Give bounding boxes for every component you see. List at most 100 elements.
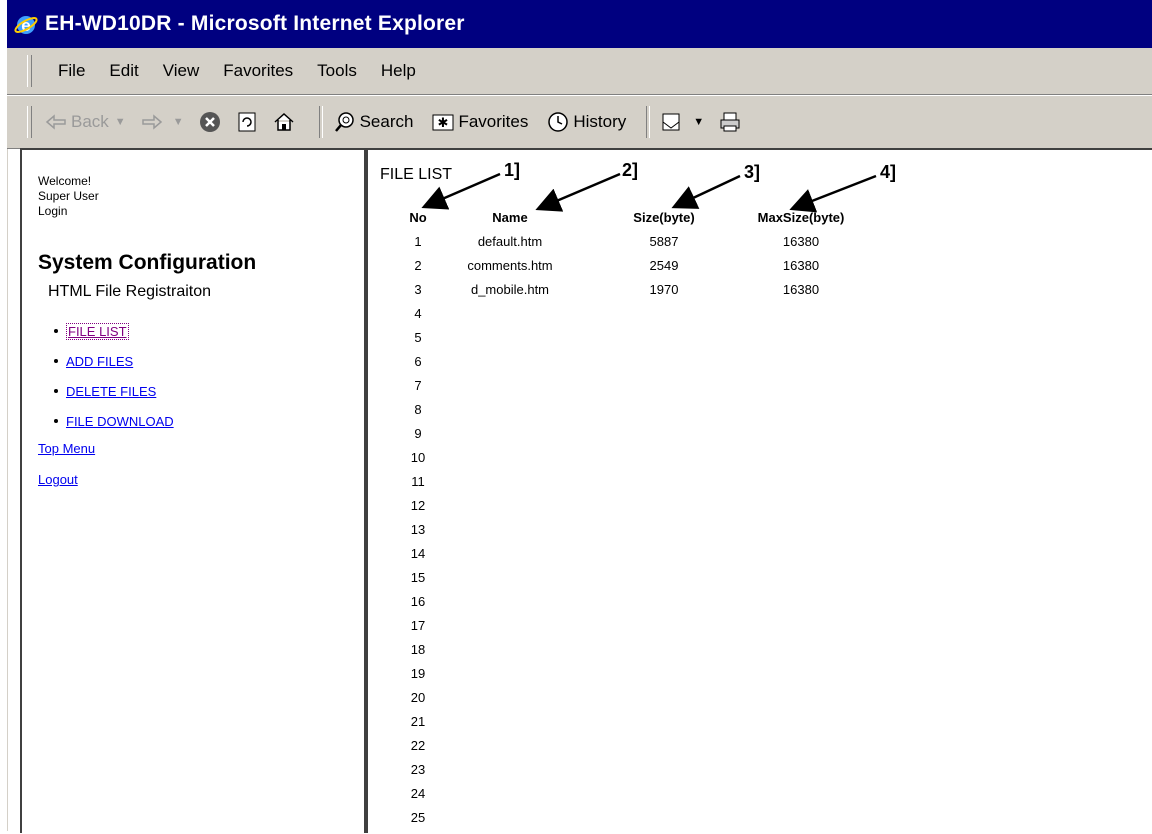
browser-content: Welcome! Super User Login System Configu… — [20, 148, 1152, 833]
sidebar-subheading: HTML File Registraiton — [48, 283, 212, 300]
cell-no: 15 — [410, 570, 426, 585]
window-title: EH-WD10DR - Microsoft Internet Explorer — [45, 12, 465, 35]
cell-no: 13 — [410, 522, 426, 537]
cell-name: d_mobile.htm — [470, 282, 550, 297]
nav-item-file-list: FILE LIST — [54, 316, 174, 346]
ie-logo-icon: e — [14, 16, 38, 35]
menu-help[interactable]: Help — [369, 61, 428, 81]
cell-maxsize: 16380 — [782, 258, 820, 273]
cell-name: comments.htm — [467, 258, 553, 273]
cell-maxsize: 16380 — [782, 282, 820, 297]
cell-no: 5 — [414, 330, 422, 345]
cell-no: 25 — [410, 810, 426, 825]
column-header-maxsize: MaxSize(byte) — [757, 210, 845, 225]
history-button[interactable]: History — [546, 110, 626, 134]
favorites-label: Favorites — [458, 112, 529, 131]
cell-size: 5887 — [649, 234, 679, 249]
cell-no: 12 — [410, 498, 426, 513]
back-label: Back — [71, 112, 109, 131]
logout-link-wrap: Logout — [38, 472, 78, 487]
logout-link[interactable]: Logout — [38, 472, 78, 487]
cell-no: 19 — [410, 666, 426, 681]
delete-files-link[interactable]: DELETE FILES — [66, 384, 156, 399]
nav-item-file-download: FILE DOWNLOAD — [54, 406, 174, 436]
cell-no: 16 — [410, 594, 426, 609]
home-icon — [274, 112, 294, 131]
svg-text:✱: ✱ — [438, 116, 449, 131]
file-download-link[interactable]: FILE DOWNLOAD — [66, 414, 174, 429]
home-button[interactable] — [272, 110, 299, 134]
history-icon — [548, 112, 569, 132]
refresh-button[interactable] — [235, 110, 262, 134]
arrow-1 — [421, 172, 501, 210]
nav-item-delete-files: DELETE FILES — [54, 376, 174, 406]
menu-favorites[interactable]: Favorites — [211, 61, 305, 81]
mail-dropdown-icon[interactable]: ▼ — [693, 116, 704, 128]
cell-no: 20 — [410, 690, 426, 705]
cell-no: 6 — [414, 354, 422, 369]
search-icon — [334, 112, 354, 132]
cell-maxsize: 16380 — [782, 234, 820, 249]
menu-tools[interactable]: Tools — [305, 61, 369, 81]
history-label: History — [573, 112, 627, 131]
print-button[interactable] — [718, 110, 745, 134]
cell-no: 14 — [410, 546, 426, 561]
welcome-text: Welcome! — [38, 174, 92, 188]
bullet-icon — [54, 329, 58, 333]
login-text: Login — [38, 204, 68, 218]
nav-list: FILE LIST ADD FILES DELETE FILES FILE DO… — [54, 316, 174, 436]
right-frame: FILE LIST 1] 2] 3] 4] No Name Size(byte)… — [370, 150, 1152, 833]
bullet-icon — [54, 419, 58, 423]
back-arrow-icon — [45, 114, 66, 130]
bullet-icon — [54, 359, 58, 363]
search-button[interactable]: Search — [333, 110, 414, 134]
cell-no: 17 — [410, 618, 426, 633]
cell-size: 1970 — [649, 282, 679, 297]
mail-button[interactable]: ▼ — [660, 110, 708, 134]
cell-no: 18 — [410, 642, 426, 657]
cell-no: 21 — [410, 714, 426, 729]
toolbar-separator — [318, 106, 323, 138]
cell-name: default.htm — [477, 234, 543, 249]
welcome-block: Welcome! Super User Login — [38, 174, 99, 219]
cell-no: 22 — [410, 738, 426, 753]
forward-button[interactable]: ▼ — [140, 110, 188, 134]
back-button[interactable]: Back ▼ — [44, 110, 130, 134]
file-list-link[interactable]: FILE LIST — [66, 322, 129, 340]
menubar-grip[interactable] — [27, 55, 32, 87]
refresh-icon — [238, 112, 256, 132]
cell-size: 2549 — [649, 258, 679, 273]
stop-button[interactable] — [198, 110, 225, 134]
add-files-link[interactable]: ADD FILES — [66, 354, 133, 369]
favorites-button[interactable]: ✱ Favorites — [431, 110, 528, 134]
cell-no: 7 — [414, 378, 422, 393]
left-frame: Welcome! Super User Login System Configu… — [22, 150, 368, 833]
cell-no: 9 — [414, 426, 422, 441]
menu-view[interactable]: View — [151, 61, 212, 81]
favorites-icon: ✱ — [432, 114, 454, 131]
cell-no: 11 — [411, 474, 425, 489]
nav-item-add-files: ADD FILES — [54, 346, 174, 376]
forward-arrow-icon — [141, 114, 162, 130]
user-text: Super User — [38, 189, 99, 203]
arrow-3 — [671, 174, 741, 209]
arrow-4 — [789, 174, 877, 213]
toolbar-grip[interactable] — [27, 106, 32, 138]
cell-no: 10 — [410, 450, 426, 465]
menu-file[interactable]: File — [46, 61, 97, 81]
stop-icon — [199, 112, 220, 132]
print-icon — [720, 112, 740, 132]
column-header-size: Size(byte) — [633, 210, 695, 225]
forward-dropdown-icon[interactable]: ▼ — [173, 116, 184, 128]
search-label: Search — [359, 112, 414, 131]
bullet-icon — [54, 389, 58, 393]
menu-edit[interactable]: Edit — [97, 61, 150, 81]
top-menu-link-wrap: Top Menu — [38, 441, 95, 456]
cell-no: 8 — [414, 402, 422, 417]
back-dropdown-icon[interactable]: ▼ — [115, 116, 126, 128]
column-header-name: Name — [492, 210, 528, 225]
top-menu-link[interactable]: Top Menu — [38, 441, 95, 456]
mail-icon — [662, 113, 680, 131]
sidebar-heading: System Configuration — [38, 251, 257, 274]
toolbar-separator-2 — [646, 106, 651, 138]
